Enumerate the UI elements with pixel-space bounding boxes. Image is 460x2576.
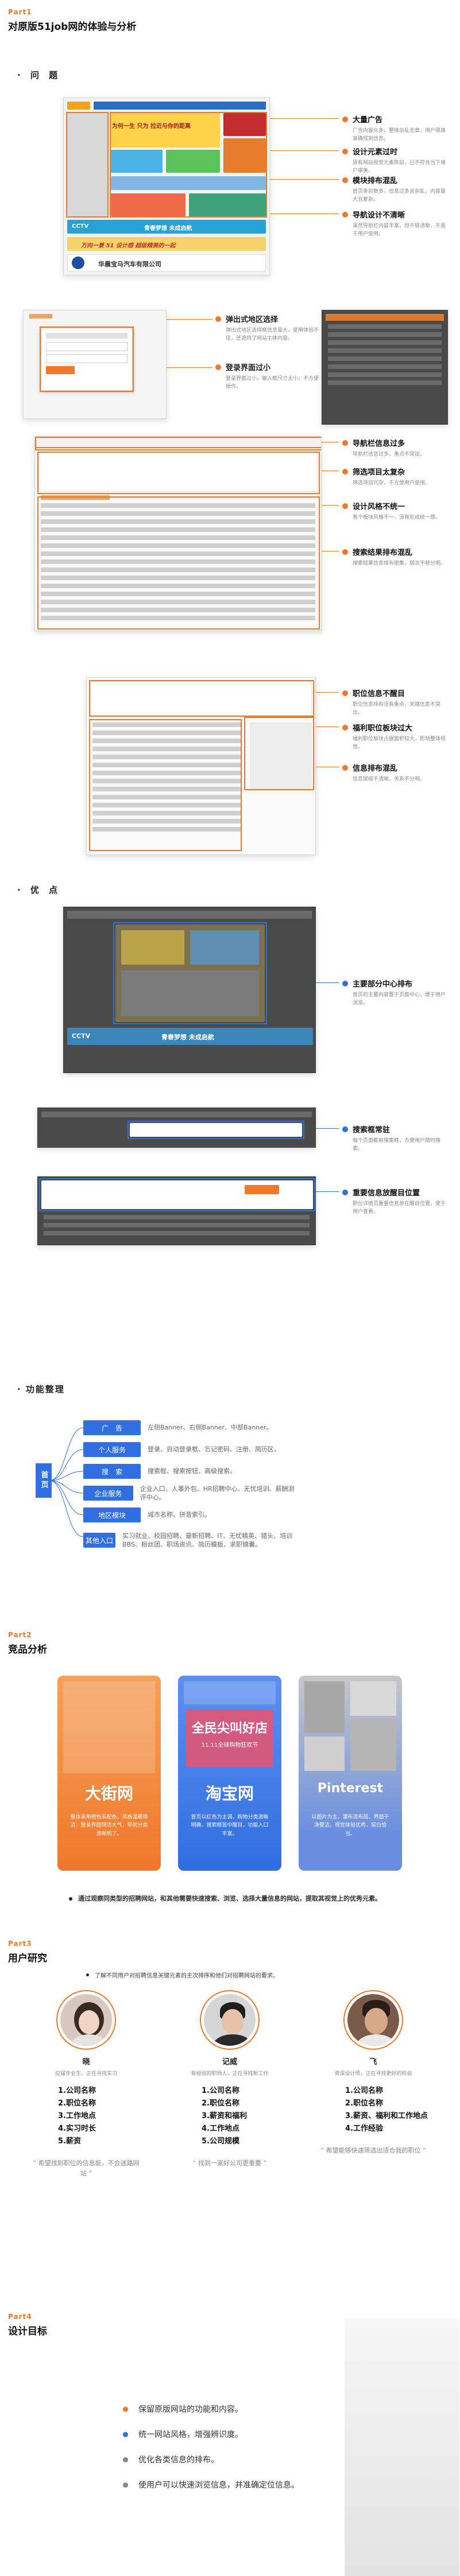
merit-note-center: 主要部分中心排布 首页的主要内容置于页面中心，便于用户浏览。	[342, 978, 446, 1007]
merit-homepage-screenshot: CCTV 青春梦想 未成启航	[63, 907, 316, 1073]
bmw-logo-icon	[72, 257, 84, 269]
banner-bottom-text: 万向一景 51 设计感 超级精美的一起	[81, 243, 176, 249]
part3-tag: Part3	[8, 1940, 32, 1948]
note-filter-complex: 筛选项目太复杂 筛选项目冗杂，不方便用户使用。	[342, 466, 446, 488]
persona-3-avatar	[345, 1991, 402, 2049]
persona-1: 晓 应届毕业生，正在寻找实习 1.公司名称 2.职位名称 3.工作地点 4.实习时长 5…	[32, 1991, 141, 2179]
persona-2-avatar	[201, 1991, 258, 2049]
note-region-popup: 弹出式地区选择 弹出式地区选择框信息量大，使用体验不佳，还遮挡了网站主体内容。	[215, 313, 319, 343]
part1-title: 对原版51job网的体验与分析	[8, 21, 137, 33]
function-enterprise: 企业服务 企业入口、人事外包、HR招聘中心、无忧培训、薪酬测评中心。	[83, 1485, 296, 1501]
merit-note-search: 搜索框常驻 每个页面都有搜索框，方便用户随时搜索。	[342, 1124, 446, 1153]
goal-3: 优化各类信息的排布。	[123, 2454, 219, 2465]
note-outdated: 设计元素过时 原有网站视觉元素陈旧，已不符合当下用户审美。	[342, 146, 446, 175]
note-layout: 模块排布混乱 首页条目数多，信息过多且杂乱，内容量大且复杂。	[342, 174, 446, 204]
note-nav-overload: 导航栏信息过多 导航栏信息过多，重点不突出。	[342, 437, 446, 459]
merit-search-screenshot	[37, 1108, 316, 1148]
search-results-screenshot	[34, 436, 322, 631]
region-popup-screenshot	[322, 310, 448, 425]
job-detail-screenshot	[86, 677, 316, 855]
goal-1: 保留原版网站的功能和内容。	[123, 2403, 243, 2415]
function-ads: 广 告左侧Banner、右侧Banner、中部Banner。	[83, 1420, 296, 1436]
goal-4: 使用户可以快速浏览信息，并准确定位信息。	[123, 2479, 299, 2490]
part2-summary: 通过观察同类型的招聘网站，和其他需要快速搜索、浏览、选择大量信息的网站，提取其视…	[69, 1894, 391, 1905]
merit-detail-screenshot	[37, 1176, 316, 1245]
persona-1-avatar	[57, 1991, 115, 2049]
competitor-card-pinterest: Pinterest 以图片为主，瀑布流布局，界面干净整洁，视觉体验优秀，留白恰当…	[299, 1676, 402, 1871]
note-ads: 大量广告 广告内容众多，整体杂乱无章，用户很难准确找到信息。	[342, 114, 446, 143]
note-style-inconsistent: 设计风格不统一 各个板块风格不一，没有形成统一感。	[342, 500, 446, 522]
part4-decor-photo	[345, 2318, 459, 2576]
goal-2: 统一网站风格，增强辨识度。	[123, 2429, 243, 2440]
merit-note-important: 重要信息放醒目位置 职位详情页重要信息放在醒目位置，便于用户查看。	[342, 1187, 446, 1216]
competitor-card-taobao: 全民尖叫好店 11.11全球购物狂欢节 淘宝网 首页以红色为主调，购物分类清晰明…	[178, 1676, 281, 1871]
part4-tag: Part4	[8, 2313, 32, 2321]
part1-tag: Part1	[8, 8, 32, 16]
function-region: 地区模块 城市名称、拼音索引。	[83, 1507, 296, 1523]
part4-title: 设计目标	[8, 2326, 47, 2337]
note-welfare-large: 福利职位板块过大 福利职位板块占据面积较大，影响整体视觉。	[342, 722, 446, 751]
taobao-poster-title: 全民尖叫好店	[191, 1722, 268, 1736]
login-screenshot	[23, 310, 167, 419]
merits-heading: · 优 点	[17, 885, 61, 895]
cctv-logo: CCTV	[72, 223, 89, 230]
function-personal: 个人服务 登录、自动登录框、忘记密码、注册、简历区。	[83, 1442, 296, 1458]
function-other: 其他入口 实习就业、校园招聘、最新招聘、IT、无忧精英、猎头、培训BBS、粉丝团、…	[83, 1529, 296, 1552]
competitor-card-dajie: 大街网 整体采用橙色系配色，风格温暖简洁，登录界面简洁大气，导航分类清晰明了。	[57, 1676, 161, 1871]
note-results-messy: 搜索结果排布混乱 搜索结果信息排布密集，层次不够分明。	[342, 546, 446, 568]
part3-title: 用户研究	[8, 1953, 47, 1964]
persona-3: 飞 资深设计师，正在寻找更好的机会 1.公司名称 2.职位名称 3.薪资、福利和工作…	[319, 1991, 428, 2156]
part2-title: 竞品分析	[8, 1644, 47, 1656]
problems-heading: · 问 题	[17, 70, 61, 80]
part2-tag: Part2	[8, 1631, 32, 1639]
persona-2: 记威 有经验的职场人，正在寻找新工作 1.公司名称 2.职位名称 3.薪资和福利 4.…	[175, 1991, 284, 2169]
note-info-messy: 信息排布混乱 信息层级不清晰，关系不分明。	[342, 762, 446, 784]
note-job-info-weak: 职位信息不醒目 职位信息排布没有重点，关键信息不突出。	[342, 687, 446, 717]
homepage-screenshot: CCTV 青春梦想 未成启航 万向一景 51 设计感 超级精美的一起 华晨宝马汽…	[63, 98, 270, 275]
functions-heading: · 功能整理	[17, 1384, 65, 1394]
footer-company: 华晨宝马汽车有限公司	[98, 261, 161, 268]
note-login-small: 登录界面过小 登录界面过小，输入框尺寸太小，不方便操作。	[215, 362, 319, 391]
function-center: 首页	[36, 1463, 52, 1498]
function-search: 搜 索搜索框、搜索按钮、高级搜索。	[83, 1463, 296, 1479]
part3-intro: 了解不同用户对招聘信息关键元素的主次排序和他们对招聘网站的要求。	[86, 1971, 279, 1979]
taobao-poster-subtitle: 11.11全球购物狂欢节	[201, 1742, 258, 1749]
note-nav: 导航设计不清晰 虽然导航栏内容丰富，但不够清晰，不易于用户使用。	[342, 209, 446, 238]
banner-mid-text: 青春梦想 未成启航	[144, 226, 192, 232]
